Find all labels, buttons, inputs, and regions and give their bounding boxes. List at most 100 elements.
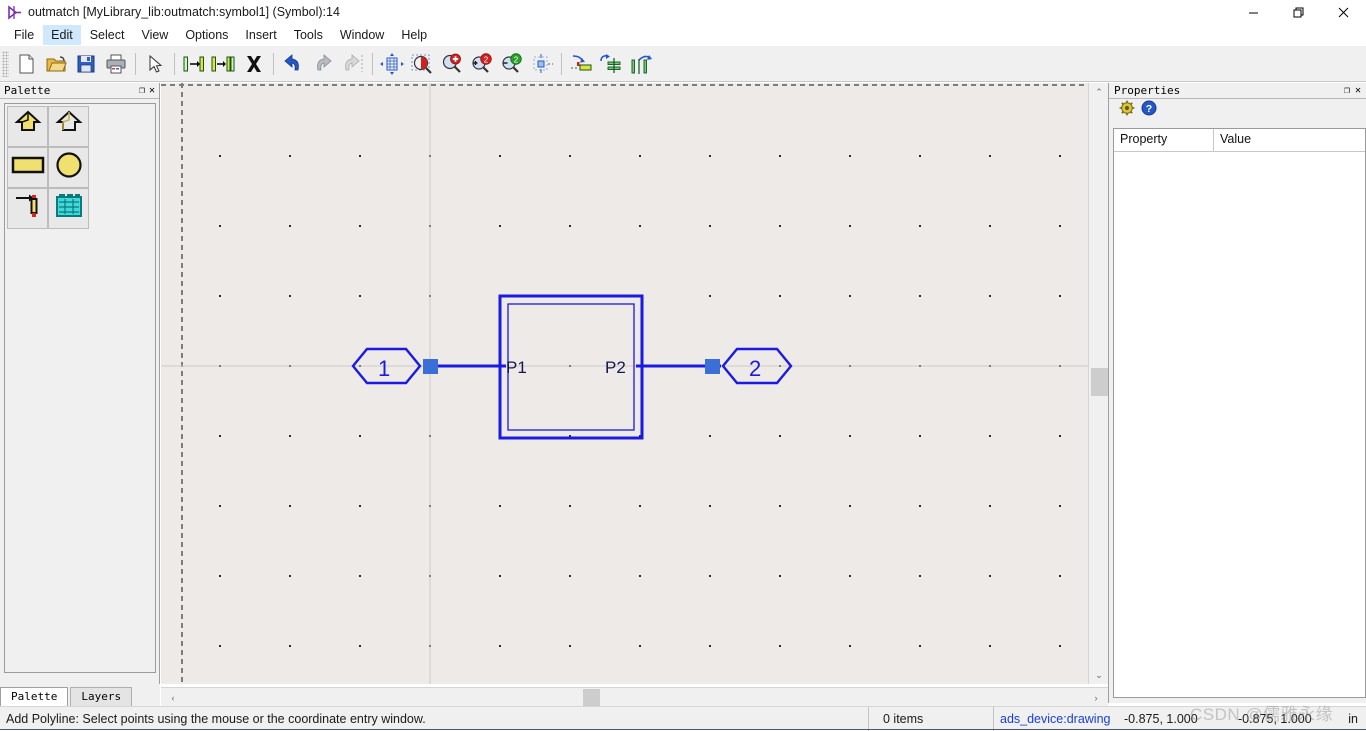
pin-label-p1: P1 (506, 358, 527, 377)
save-floppy-icon[interactable] (71, 49, 101, 79)
zoom-out-2x-icon[interactable]: 2 (497, 49, 527, 79)
palette-item-polyline-filled[interactable] (7, 106, 48, 147)
vertical-scroll-thumb[interactable] (1091, 368, 1108, 396)
status-library-layer[interactable]: ads_device:drawing (993, 707, 1111, 731)
scroll-down-arrow[interactable]: ⌄ (1089, 666, 1109, 684)
menu-insert[interactable]: Insert (237, 25, 284, 45)
zoom-previous-icon[interactable] (527, 49, 557, 79)
symbol-ports-icon[interactable] (626, 49, 656, 79)
window-title: outmatch [MyLibrary_lib:outmatch:symbol1… (28, 5, 340, 19)
scroll-right-arrow[interactable]: › (1087, 688, 1105, 707)
properties-panel: Properties ❐ ✕ ? Property Value (1108, 83, 1366, 703)
close-button[interactable] (1321, 0, 1366, 24)
redo-icon[interactable] (308, 49, 338, 79)
palette-item-circle[interactable] (48, 147, 89, 188)
undo-icon[interactable] (278, 49, 308, 79)
palette-item-polyline-outline[interactable] (48, 106, 89, 147)
properties-table[interactable]: Property Value (1113, 128, 1366, 698)
menu-file[interactable]: File (6, 25, 42, 45)
canvas-svg: 1 2 P1 P2 (161, 83, 1088, 684)
status-coordinates-secondary: -0.875, 1.000 (1238, 712, 1312, 726)
toolbar-separator (174, 52, 175, 75)
menu-select[interactable]: Select (82, 25, 133, 45)
statusbar: Add Polyline: Select points using the mo… (0, 706, 1366, 731)
properties-close-icon[interactable]: ✕ (1355, 85, 1361, 96)
add-pin-icon (12, 190, 44, 227)
pin-square-1[interactable] (423, 359, 438, 374)
palette-grid (5, 104, 155, 231)
properties-title: Properties (1114, 84, 1181, 97)
svg-text:2: 2 (514, 55, 519, 64)
properties-toolbar: ? (1109, 99, 1366, 121)
toolbar-separator (561, 52, 562, 75)
scroll-left-arrow[interactable]: ‹ (164, 688, 182, 707)
tab-palette[interactable]: Palette (0, 687, 69, 706)
toolbar-separator (372, 52, 373, 75)
column-header-value[interactable]: Value (1214, 129, 1365, 152)
print-icon[interactable] (101, 49, 131, 79)
window-titlebar: outmatch [MyLibrary_lib:outmatch:symbol1… (0, 0, 1366, 24)
settings-gear-icon[interactable] (1119, 100, 1135, 121)
toolbar-grip[interactable] (2, 50, 9, 77)
delete-x-icon[interactable] (239, 49, 269, 79)
palette-title: Palette (4, 84, 51, 97)
maximize-restore-button[interactable] (1276, 0, 1321, 24)
pin-label-p2: P2 (605, 358, 626, 377)
new-icon[interactable] (11, 49, 41, 79)
palette-item-rectangle[interactable] (7, 147, 48, 188)
schematic-canvas[interactable]: 1 2 P1 P2 (161, 83, 1088, 684)
menu-view[interactable]: View (133, 25, 176, 45)
horizontal-scroll-thumb[interactable] (583, 689, 600, 706)
menu-window[interactable]: Window (332, 25, 392, 45)
tab-layers[interactable]: Layers (70, 687, 133, 706)
rectangle-icon (11, 154, 45, 181)
zoom-fit-icon[interactable] (377, 49, 407, 79)
menubar: File Edit Select View Options Insert Too… (0, 24, 1366, 46)
properties-table-header: Property Value (1114, 129, 1365, 152)
status-item-count: 0 items (868, 707, 923, 731)
scroll-up-arrow[interactable]: ⌃ (1089, 83, 1109, 101)
palette-body (4, 103, 156, 673)
menu-options[interactable]: Options (177, 25, 236, 45)
properties-float-icon[interactable]: ❐ (1344, 85, 1350, 96)
canvas-horizontal-scrollbar[interactable]: ‹ › (161, 687, 1108, 706)
main-toolbar: 2 2 (0, 46, 1366, 82)
redo-disabled-icon (338, 49, 368, 79)
palette-panel: Palette ❐ ✕ (0, 83, 160, 684)
pin-square-2[interactable] (705, 359, 720, 374)
window-controls (1231, 0, 1366, 24)
column-header-property[interactable]: Property (1114, 129, 1214, 152)
insert-pin-icon[interactable] (179, 49, 209, 79)
symbol-icon (54, 192, 84, 225)
svg-text:?: ? (1146, 103, 1152, 115)
open-folder-icon[interactable] (41, 49, 71, 79)
palette-tabstrip: Palette Layers (0, 684, 160, 706)
port-1-label: 1 (378, 356, 390, 381)
status-coordinates: -0.875, 1.000 (1124, 712, 1198, 726)
circle-icon (55, 151, 83, 184)
help-question-icon[interactable]: ? (1141, 100, 1157, 121)
add-pin-icon[interactable] (566, 49, 596, 79)
zoom-in-2x-icon[interactable]: 2 (467, 49, 497, 79)
polyline-outline-icon (53, 109, 85, 144)
menu-help[interactable]: Help (393, 25, 435, 45)
palette-float-icon[interactable]: ❐ (139, 85, 145, 96)
palette-close-icon[interactable]: ✕ (149, 85, 155, 96)
minimize-button[interactable] (1231, 0, 1276, 24)
insert-multi-pin-icon[interactable] (209, 49, 239, 79)
polyline-filled-icon (12, 109, 44, 144)
select-arrow-icon[interactable] (140, 49, 170, 79)
palette-panel-header: Palette ❐ ✕ (0, 83, 159, 99)
canvas-vertical-scrollbar[interactable]: ⌃ ⌄ (1088, 83, 1108, 684)
status-unit: in (1348, 712, 1358, 726)
symbol-generate-icon[interactable] (596, 49, 626, 79)
palette-item-symbol[interactable] (48, 188, 89, 229)
palette-item-add-pin[interactable] (7, 188, 48, 229)
zoom-in-icon[interactable] (437, 49, 467, 79)
toolbar-separator (135, 52, 136, 75)
status-message: Add Polyline: Select points using the mo… (6, 711, 426, 726)
menu-edit[interactable]: Edit (43, 25, 81, 45)
zoom-area-icon[interactable] (407, 49, 437, 79)
menu-tools[interactable]: Tools (286, 25, 331, 45)
app-icon (3, 1, 25, 23)
